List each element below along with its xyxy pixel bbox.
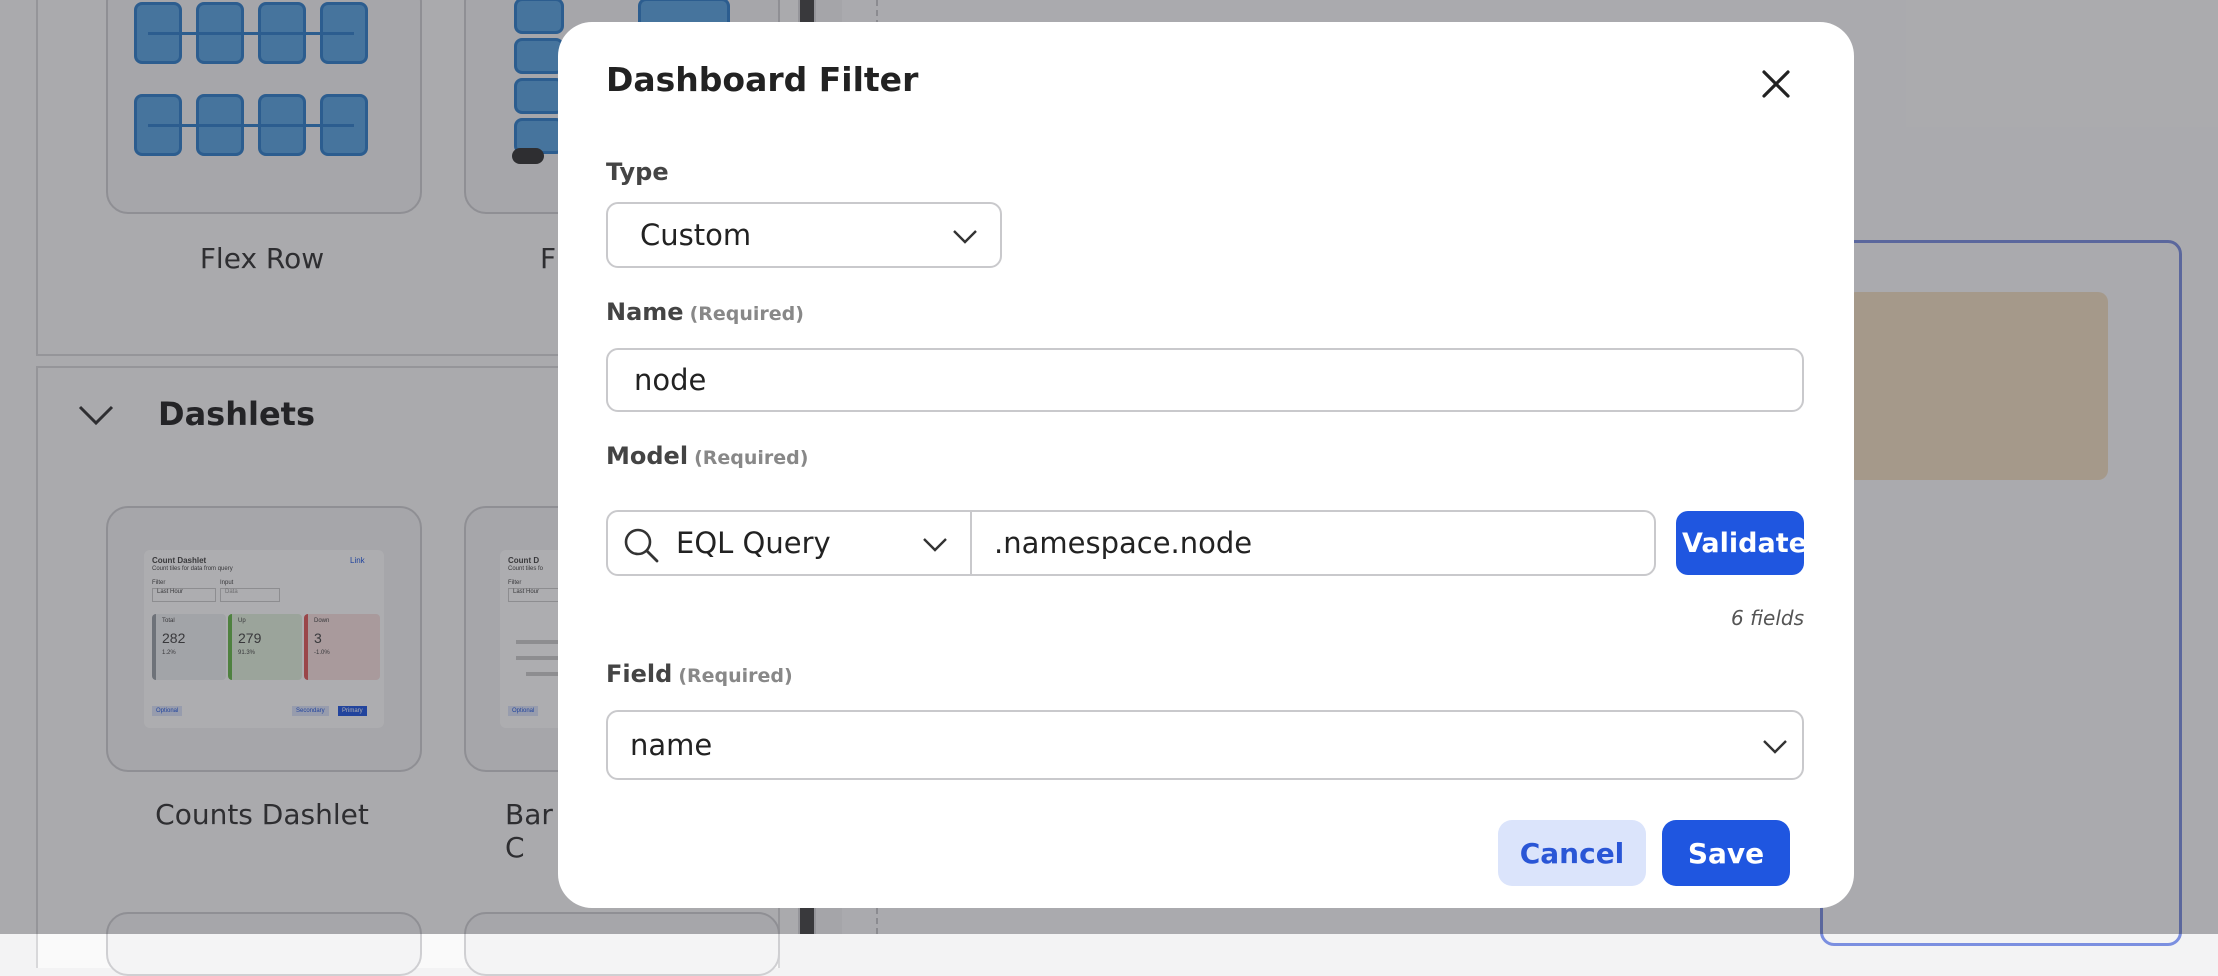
close-icon[interactable] [1754, 62, 1798, 106]
model-input-group: EQL Query .namespace.node [606, 510, 1656, 576]
model-label: Model (Required) [606, 442, 808, 470]
save-button[interactable]: Save [1662, 820, 1790, 886]
field-count: 6 fields [1731, 606, 1804, 630]
dialog-title: Dashboard Filter [606, 60, 919, 99]
model-query-value: .namespace.node [994, 526, 1253, 560]
cancel-button[interactable]: Cancel [1498, 820, 1646, 886]
field-label: Field (Required) [606, 660, 793, 688]
model-type-select[interactable]: EQL Query [608, 512, 972, 574]
type-select[interactable]: Custom [606, 202, 1002, 268]
required-tag: (Required) [678, 665, 793, 687]
chevron-down-icon [923, 538, 947, 552]
search-icon [624, 528, 659, 563]
name-label-text: Name [606, 298, 684, 326]
type-label: Type [606, 158, 669, 186]
field-select[interactable]: name [606, 710, 1804, 780]
type-select-value: Custom [640, 218, 752, 252]
chevron-down-icon [1763, 740, 1787, 754]
validate-button[interactable]: Validate [1676, 511, 1807, 575]
model-type-value: EQL Query [676, 526, 831, 560]
model-label-text: Model [606, 442, 689, 470]
name-label: Name (Required) [606, 298, 804, 326]
chevron-down-icon [953, 230, 977, 244]
model-query-input[interactable]: .namespace.node [972, 512, 1654, 574]
required-tag: (Required) [694, 447, 809, 469]
field-select-value: name [630, 728, 713, 762]
dashboard-filter-dialog: Dashboard Filter Type Custom Name (Requir… [558, 22, 1854, 908]
name-input[interactable]: node [606, 348, 1804, 412]
required-tag: (Required) [689, 303, 804, 325]
name-input-value: node [634, 363, 707, 397]
field-label-text: Field [606, 660, 673, 688]
